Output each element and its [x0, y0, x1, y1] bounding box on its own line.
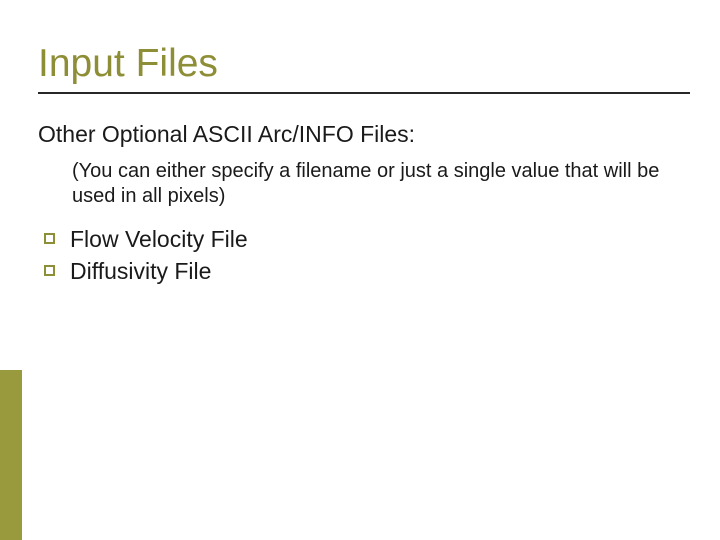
subheading: Other Optional ASCII Arc/INFO Files: — [38, 120, 690, 149]
side-accent-bar — [0, 370, 22, 540]
list-item: Flow Velocity File — [44, 223, 690, 255]
bullet-list: Flow Velocity File Diffusivity File — [44, 223, 690, 287]
title-underline — [38, 92, 690, 94]
note-text: (You can either specify a filename or ju… — [72, 159, 690, 209]
list-item-label: Flow Velocity File — [70, 226, 248, 252]
list-item-label: Diffusivity File — [70, 258, 211, 284]
list-item: Diffusivity File — [44, 255, 690, 287]
slide-title: Input Files — [38, 42, 690, 86]
slide-content: Input Files Other Optional ASCII Arc/INF… — [38, 42, 690, 287]
